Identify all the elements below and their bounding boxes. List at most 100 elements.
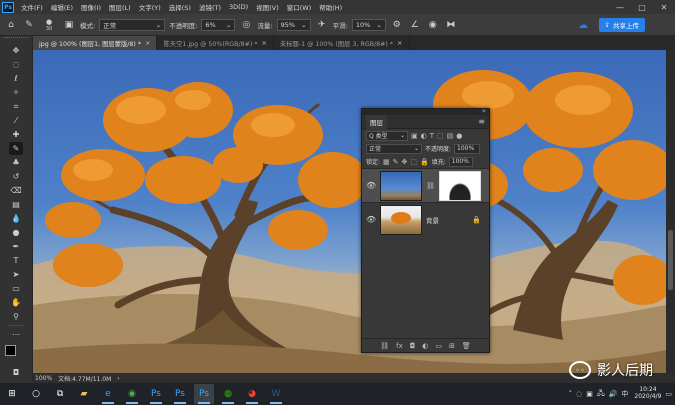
eraser-tool-icon[interactable]: ⌫ (9, 184, 23, 197)
maximize-button[interactable]: □ (631, 0, 653, 14)
tab-document-2[interactable]: 陈天空1.jpg @ 50%(RGB/8#) * × (157, 36, 274, 50)
foreground-color-swatch[interactable] (5, 345, 16, 356)
panel-collapse-icon[interactable]: » (482, 107, 486, 115)
clone-stamp-tool-icon[interactable]: ♣ (9, 156, 23, 169)
layer-row-sky[interactable]: 👁 ⛓ (362, 168, 489, 202)
layer-thumbnail[interactable] (380, 204, 422, 235)
brush-angle-icon[interactable]: ∠ (408, 18, 422, 32)
layer-opacity-field[interactable]: 100% (454, 143, 481, 154)
brush-tool-icon[interactable]: ✎ (9, 142, 23, 155)
smart-object-filter-icon[interactable]: ▤ (447, 132, 454, 140)
menu-image[interactable]: 图像(I) (77, 2, 105, 12)
dodge-tool-icon[interactable]: ● (9, 226, 23, 239)
layer-style-icon[interactable]: fx (396, 342, 403, 350)
move-tool-icon[interactable]: ✥ (9, 44, 23, 57)
document-canvas[interactable] (33, 50, 666, 373)
menu-filter[interactable]: 滤镜(T) (195, 2, 225, 12)
volume-icon[interactable]: 🔊 (609, 390, 618, 398)
quick-select-tool-icon[interactable]: ✧ (9, 86, 23, 99)
menu-view[interactable]: 视图(V) (252, 2, 283, 12)
shape-filter-icon[interactable]: ⬚ (437, 132, 444, 140)
crop-tool-icon[interactable]: ⌗ (9, 100, 23, 113)
input-language[interactable]: 中 (621, 389, 628, 399)
quick-mask-icon[interactable]: ◘ (9, 366, 23, 379)
smoothing-field[interactable]: 10% ⌄ (351, 18, 386, 31)
smoothing-options-icon[interactable]: ⚙ (390, 18, 404, 32)
word-icon[interactable]: W (266, 384, 286, 404)
photoshop-taskbar-icon-2[interactable]: Ps (170, 384, 190, 404)
type-tool-icon[interactable]: T (9, 254, 23, 267)
wechat-icon[interactable]: ◍ (218, 384, 238, 404)
start-button[interactable]: ⊞ (2, 384, 22, 404)
clock[interactable]: 10:24 2020/4/9 (634, 387, 661, 400)
gradient-tool-icon[interactable]: ▤ (9, 198, 23, 211)
lock-all-icon[interactable]: 🔒 (420, 158, 429, 166)
menu-3d[interactable]: 3D(D) (225, 3, 252, 11)
path-selection-tool-icon[interactable]: ➤ (9, 268, 23, 281)
lock-artboard-icon[interactable]: ⬚ (410, 158, 417, 166)
symmetry-icon[interactable]: ⧓ (444, 18, 458, 32)
layer-row-background[interactable]: 👁 背景 🔒 (362, 202, 489, 236)
menu-layer[interactable]: 图层(L) (105, 2, 135, 12)
healing-brush-tool-icon[interactable]: ✚ (9, 128, 23, 141)
adjustment-layer-icon[interactable]: ◐ (422, 342, 428, 350)
link-icon[interactable]: ⛓ (426, 182, 435, 190)
photoshop-taskbar-icon[interactable]: Ps (146, 384, 166, 404)
layer-filter-select[interactable]: Q 类型 ⌄ (366, 130, 408, 141)
eye-icon[interactable]: 👁 (366, 181, 376, 190)
close-icon[interactable]: × (261, 39, 266, 47)
photoshop-active-icon[interactable]: Ps (194, 384, 214, 404)
notification-icon[interactable]: ▭ (665, 390, 672, 398)
eye-icon[interactable]: 👁 (366, 215, 376, 224)
rectangle-tool-icon[interactable]: ▭ (9, 282, 23, 295)
type-filter-icon[interactable]: T (430, 132, 434, 140)
layer-name[interactable]: 背景 (426, 215, 439, 225)
pixel-filter-icon[interactable]: ▣ (411, 132, 418, 140)
panel-drag-bar[interactable]: » (362, 107, 489, 115)
menu-select[interactable]: 选择(S) (165, 2, 195, 12)
scrollbar-thumb[interactable] (668, 230, 673, 290)
more-tools-icon[interactable]: ⋯ (9, 328, 23, 341)
brush-settings-icon[interactable]: ▣ (62, 18, 76, 32)
new-layer-icon[interactable]: ⊞ (449, 342, 455, 350)
close-icon[interactable]: × (145, 39, 150, 47)
zoom-tool-icon[interactable]: ⚲ (9, 310, 23, 323)
link-layers-icon[interactable]: ⛓ (380, 342, 389, 350)
eyedropper-tool-icon[interactable]: ⁄ (9, 114, 23, 127)
pressure-size-icon[interactable]: ◉ (426, 18, 440, 32)
marquee-tool-icon[interactable]: ◌ (9, 58, 23, 71)
airbrush-icon[interactable]: ✈ (315, 18, 329, 32)
close-icon[interactable]: × (397, 39, 402, 47)
status-arrow-icon[interactable]: › (117, 375, 119, 382)
blend-mode-select[interactable]: 正常 ⌄ (366, 143, 422, 154)
filter-toggle-icon[interactable]: ● (456, 132, 462, 140)
share-button[interactable]: ⇪ 共享上传 (598, 18, 645, 32)
opacity-field[interactable]: 6% ⌄ (201, 18, 236, 31)
adjustment-filter-icon[interactable]: ◐ (421, 132, 427, 140)
zoom-level[interactable]: 100% (35, 375, 52, 382)
tray-chevron-icon[interactable]: ˄ (569, 390, 573, 398)
tray-app-icon-2[interactable]: ▣ (586, 390, 593, 398)
menu-type[interactable]: 文字(Y) (135, 2, 165, 12)
task-view-icon[interactable]: ⧉ (50, 384, 70, 404)
home-icon[interactable]: ⌂ (4, 18, 18, 32)
flow-field[interactable]: 95% ⌄ (276, 18, 311, 31)
toolbar-grip[interactable] (4, 37, 28, 43)
fill-field[interactable]: 100% (448, 156, 473, 167)
network-icon[interactable]: 🖧 (597, 389, 605, 400)
hand-tool-icon[interactable]: ✋ (9, 296, 23, 309)
menu-edit[interactable]: 编辑(E) (47, 2, 77, 12)
file-explorer-icon[interactable]: ▰ (74, 384, 94, 404)
pressure-opacity-icon[interactable]: ◎ (239, 18, 253, 32)
layer-mask-thumbnail[interactable] (438, 170, 481, 201)
pen-tool-icon[interactable]: ✒ (9, 240, 23, 253)
tab-layers[interactable]: 图层 (366, 114, 387, 129)
tray-app-icon[interactable]: ◌ (576, 390, 582, 398)
search-icon[interactable]: ○ (26, 384, 46, 404)
delete-layer-icon[interactable]: 🗑 (462, 342, 471, 350)
photoshop-logo-icon[interactable]: Ps (2, 1, 14, 13)
tab-document-3[interactable]: 未标题-1 @ 100% (图层 3, RGB/8#) * × (274, 36, 410, 50)
layer-thumbnail[interactable] (380, 170, 422, 201)
panel-menu-icon[interactable]: ≡ (478, 117, 485, 126)
new-group-icon[interactable]: ▭ (435, 342, 442, 350)
